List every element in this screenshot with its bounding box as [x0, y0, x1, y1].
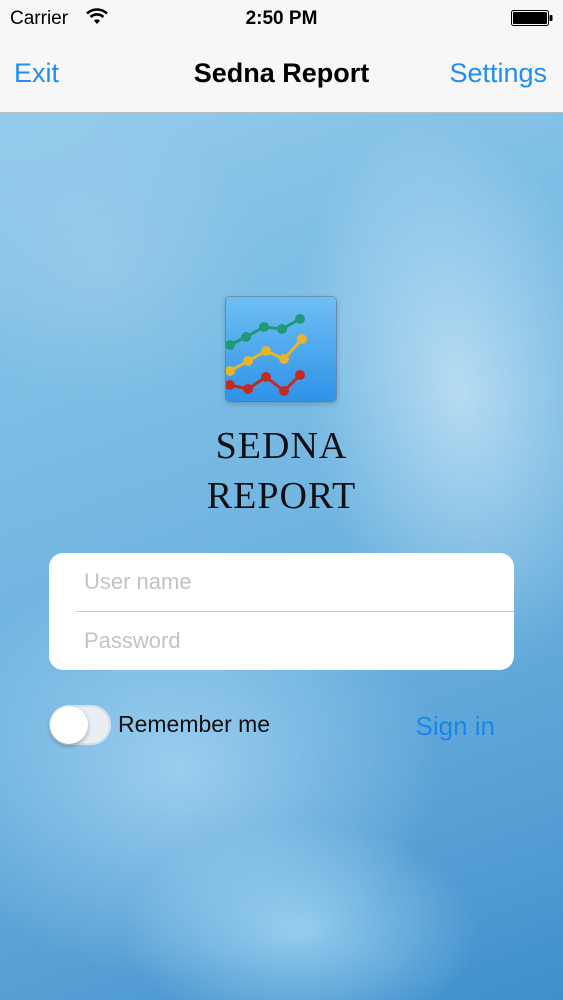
username-input[interactable] [49, 553, 514, 611]
navigation-bar: Exit Sedna Report Settings [0, 36, 563, 113]
login-form [49, 553, 514, 670]
background-glow [0, 110, 260, 410]
status-time: 2:50 PM [245, 8, 318, 29]
line-chart-icon [226, 297, 336, 401]
sign-in-button[interactable]: Sign in [416, 711, 496, 742]
status-bar: Carrier 2:50 PM [0, 0, 563, 36]
remember-me-label: Remember me [118, 711, 271, 737]
battery-icon [511, 10, 553, 26]
brand-title-line1: SEDNA [215, 425, 348, 467]
remember-me-toggle[interactable] [49, 705, 111, 745]
toggle-knob [50, 706, 88, 744]
background-glow [120, 820, 480, 1000]
brand-title-line2: REPORT [206, 475, 357, 517]
settings-button[interactable]: Settings [449, 58, 547, 89]
password-input[interactable] [49, 612, 514, 670]
login-screen: Carrier 2:50 PM Exit Sedna Report Settin… [0, 0, 563, 1000]
